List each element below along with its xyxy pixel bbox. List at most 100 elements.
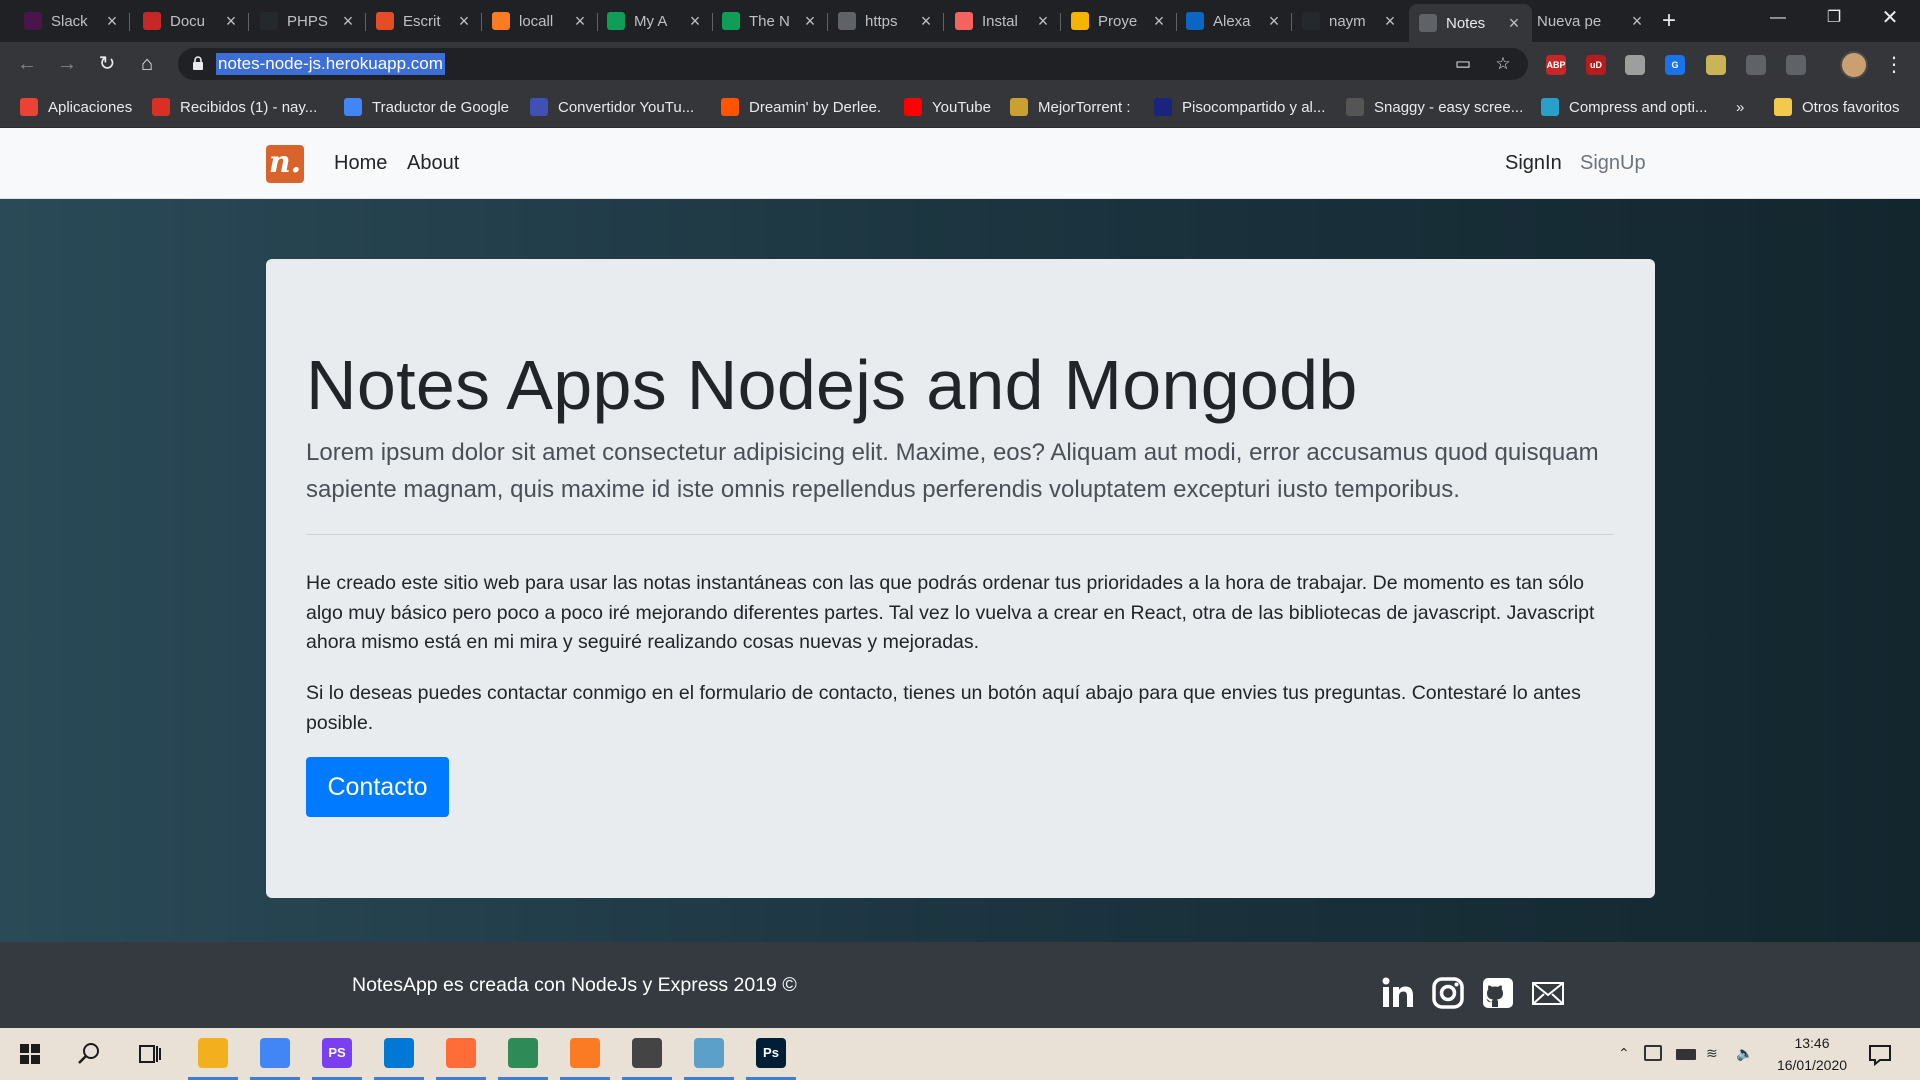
- bookmark-star-icon[interactable]: ☆: [1492, 53, 1514, 75]
- browser-tab[interactable]: PHPS ×: [250, 6, 366, 36]
- new-tab-button[interactable]: +: [1656, 9, 1682, 35]
- extension-icon[interactable]: [1786, 55, 1806, 75]
- battery-icon[interactable]: [1676, 1049, 1696, 1060]
- task-view-icon[interactable]: [132, 1036, 168, 1072]
- other-bookmarks-folder[interactable]: Otros favoritos: [1774, 97, 1900, 117]
- url-text[interactable]: notes-node-js.herokuapp.com: [216, 53, 445, 75]
- bookmark-item[interactable]: Dreamin' by Derlee.: [721, 97, 881, 117]
- extension-icon[interactable]: [1706, 55, 1726, 75]
- browser-tab[interactable]: The N ×: [712, 6, 828, 36]
- notifications-icon[interactable]: [1862, 1036, 1898, 1072]
- tab-close-icon[interactable]: ×: [687, 11, 703, 32]
- nav-about-link[interactable]: About: [407, 152, 459, 175]
- chrome-menu-icon[interactable]: ⋮: [1884, 52, 1904, 78]
- nav-home-link[interactable]: Home: [334, 152, 387, 175]
- windows-start-icon[interactable]: [12, 1036, 48, 1072]
- tab-close-icon[interactable]: ×: [1506, 13, 1522, 34]
- tab-close-icon[interactable]: ×: [802, 11, 818, 32]
- browser-tab[interactable]: Notes ×: [1409, 4, 1532, 42]
- more-bookmarks-button[interactable]: »: [1736, 97, 1744, 117]
- tab-close-icon[interactable]: ×: [223, 11, 239, 32]
- browser-tab[interactable]: Escrit ×: [366, 6, 482, 36]
- browser-tab[interactable]: Proye ×: [1061, 6, 1177, 36]
- tab-close-icon[interactable]: ×: [1629, 11, 1645, 32]
- network-status-icon[interactable]: [1644, 1045, 1662, 1061]
- phpstorm-icon[interactable]: PS: [322, 1038, 352, 1068]
- back-icon[interactable]: ←: [14, 51, 40, 77]
- close-window-button[interactable]: ✕: [1862, 0, 1918, 36]
- linkedin-icon[interactable]: [1381, 976, 1415, 1010]
- bookmark-item[interactable]: Snaggy - easy scree...: [1346, 97, 1523, 117]
- extension-icon[interactable]: [1746, 55, 1766, 75]
- search-icon[interactable]: [72, 1036, 108, 1072]
- nav-signup-link[interactable]: SignUp: [1580, 152, 1646, 175]
- wifi-icon[interactable]: ≋: [1706, 1045, 1718, 1062]
- browser-tab[interactable]: https ×: [828, 6, 944, 36]
- reload-icon[interactable]: ↻: [94, 51, 120, 77]
- tab-close-icon[interactable]: ×: [918, 11, 934, 32]
- bookmark-item[interactable]: Aplicaciones: [20, 97, 132, 117]
- postman-icon[interactable]: [446, 1038, 476, 1068]
- nav-signin-link[interactable]: SignIn: [1505, 152, 1562, 175]
- tab-close-icon[interactable]: ×: [340, 11, 356, 32]
- browser-tab[interactable]: Docu ×: [133, 6, 249, 36]
- bookmark-label: Aplicaciones: [48, 98, 133, 116]
- browser-tab[interactable]: Slack ×: [14, 6, 130, 36]
- git-kraken-icon[interactable]: [508, 1038, 538, 1068]
- browser-tab[interactable]: Nueva pe ×: [1527, 6, 1655, 36]
- bookmark-item[interactable]: MejorTorrent :: [1010, 97, 1131, 117]
- chrome-icon[interactable]: [260, 1038, 290, 1068]
- bookmark-item[interactable]: Traductor de Google: [344, 97, 509, 117]
- site-logo[interactable]: n.: [266, 145, 304, 183]
- bookmark-label: Traductor de Google: [372, 98, 510, 116]
- extension-icon[interactable]: uD: [1586, 55, 1606, 75]
- bookmark-item[interactable]: Compress and opti...: [1541, 97, 1707, 117]
- tab-close-icon[interactable]: ×: [1266, 11, 1282, 32]
- bookmark-label: Compress and opti...: [1569, 98, 1708, 116]
- home-icon[interactable]: ⌂: [134, 51, 160, 77]
- browser-tab[interactable]: My A ×: [597, 6, 713, 36]
- tab-close-icon[interactable]: ×: [1382, 11, 1398, 32]
- instagram-icon[interactable]: [1431, 976, 1465, 1010]
- bookmark-label: Convertidor YouTu...: [558, 98, 695, 116]
- extension-icon[interactable]: G: [1665, 55, 1685, 75]
- extension-icon[interactable]: ABP: [1546, 55, 1566, 75]
- tab-close-icon[interactable]: ×: [1035, 11, 1051, 32]
- photoshop-icon[interactable]: Ps: [756, 1038, 786, 1068]
- forward-icon[interactable]: →: [54, 51, 80, 77]
- bookmark-item[interactable]: Convertidor YouTu...: [530, 97, 694, 117]
- extension-icon[interactable]: [1625, 55, 1645, 75]
- browser-tab[interactable]: Instal ×: [945, 6, 1061, 36]
- cast-icon[interactable]: ▭: [1452, 53, 1474, 75]
- restore-button[interactable]: ❐: [1806, 0, 1862, 36]
- github-icon[interactable]: [1481, 976, 1515, 1010]
- tab-close-icon[interactable]: ×: [572, 11, 588, 32]
- profile-avatar[interactable]: [1840, 51, 1868, 79]
- volume-icon[interactable]: 🔈: [1736, 1045, 1753, 1062]
- editor-icon[interactable]: [632, 1038, 662, 1068]
- show-hidden-icons[interactable]: ⌃: [1618, 1045, 1630, 1062]
- github-icon: [260, 12, 278, 30]
- vscode-icon[interactable]: [384, 1038, 414, 1068]
- page-viewport: n. Home About SignIn SignUp Notes Apps N…: [0, 128, 1920, 1028]
- browser-tab[interactable]: naym ×: [1292, 6, 1408, 36]
- tab-close-icon[interactable]: ×: [104, 11, 120, 32]
- site-navbar: n. Home About SignIn SignUp: [0, 128, 1920, 199]
- bookmark-item[interactable]: YouTube: [904, 97, 991, 117]
- notepad-icon[interactable]: [694, 1038, 724, 1068]
- tab-close-icon[interactable]: ×: [456, 11, 472, 32]
- bookmark-item[interactable]: Pisocompartido y al...: [1154, 97, 1325, 117]
- linkedin-icon: [1186, 12, 1204, 30]
- browser-tab[interactable]: Alexa ×: [1176, 6, 1292, 36]
- tab-close-icon[interactable]: ×: [1151, 11, 1167, 32]
- mail-icon[interactable]: [1531, 976, 1565, 1010]
- browser-tab[interactable]: locall ×: [482, 6, 598, 36]
- compress-icon: [1541, 98, 1559, 116]
- system-clock[interactable]: 13:46 16/01/2020: [1764, 1032, 1860, 1076]
- contact-button[interactable]: Contacto: [306, 757, 449, 817]
- file-explorer-icon[interactable]: [198, 1038, 228, 1068]
- address-bar[interactable]: notes-node-js.herokuapp.com ▭ ☆: [178, 48, 1528, 80]
- minimize-button[interactable]: —: [1750, 0, 1806, 36]
- bookmark-item[interactable]: Recibidos (1) - nay...: [152, 97, 317, 117]
- xampp-icon[interactable]: [570, 1038, 600, 1068]
